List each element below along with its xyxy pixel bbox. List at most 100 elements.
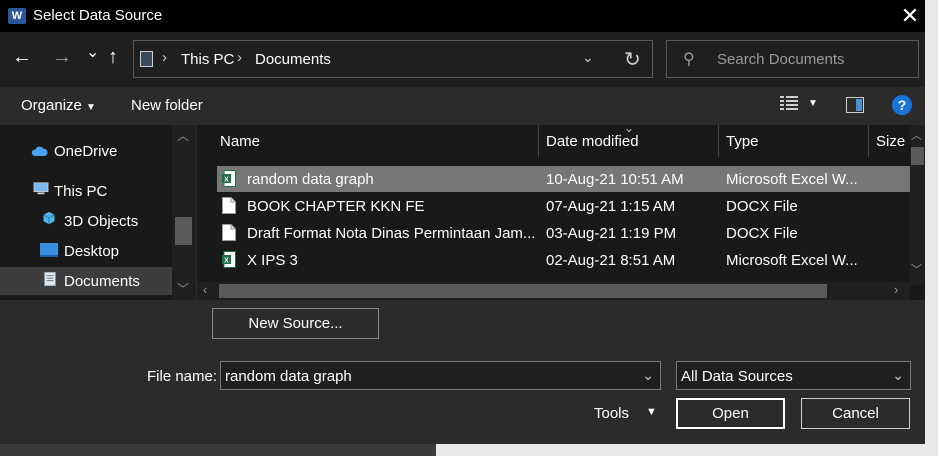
view-options-icon[interactable]: [780, 96, 798, 114]
search-input[interactable]: Search Documents: [717, 51, 845, 68]
sidebar-item-3d-objects[interactable]: 3D Objects: [0, 207, 172, 235]
background-document-edge: [925, 0, 938, 456]
sidebar-item-onedrive[interactable]: OneDrive: [0, 137, 172, 165]
column-divider[interactable]: [868, 125, 869, 157]
file-type: DOCX File: [726, 225, 798, 242]
sidebar-item-label: Desktop: [64, 243, 120, 260]
command-toolbar: Organize ▼ New folder ▼ ?: [0, 87, 925, 125]
search-box[interactable]: ⚲ Search Documents: [666, 40, 919, 78]
navigation-pane-scrollbar[interactable]: ︿ ﹀: [172, 125, 196, 300]
svg-text:X: X: [224, 177, 229, 184]
scroll-down-chevron-icon[interactable]: ﹀: [911, 261, 922, 277]
table-row[interactable]: Draft Format Nota Dinas Permintaan Jam..…: [217, 220, 910, 246]
file-name: BOOK CHAPTER KKN FE: [247, 198, 425, 215]
caret-down-icon: ▼: [86, 102, 96, 113]
preview-pane-glyph: [846, 97, 864, 113]
close-icon[interactable]: ✕: [895, 2, 925, 30]
column-header-type[interactable]: Type: [726, 133, 759, 150]
scroll-right-chevron-icon[interactable]: ›: [894, 282, 898, 297]
help-icon[interactable]: ?: [892, 95, 912, 115]
select-data-source-dialog: W Select Data Source ✕ ← → ⌄ ↑ › This PC…: [0, 0, 925, 444]
organize-menu-button[interactable]: Organize ▼: [21, 97, 96, 114]
navigation-bar: ← → ⌄ ↑ › This PC › Documents ⌄ ↻ ⚲ Sear…: [0, 32, 925, 87]
column-header-date-modified[interactable]: Date modified: [546, 133, 639, 150]
breadcrumb-this-pc[interactable]: This PC: [181, 51, 234, 68]
excel-file-icon: X: [222, 170, 236, 187]
table-row[interactable]: BOOK CHAPTER KKN FE 07-Aug-21 1:15 AM DO…: [217, 193, 910, 219]
table-row[interactable]: X X IPS 3 02-Aug-21 8:51 AM Microsoft Ex…: [217, 247, 910, 273]
view-dropdown-caret-icon[interactable]: ▼: [808, 98, 818, 109]
cube-icon: [43, 211, 55, 225]
file-type: Microsoft Excel W...: [726, 252, 858, 269]
file-name-value: random data graph: [225, 368, 352, 385]
file-list-vertical-scrollbar[interactable]: ︿ ﹀: [910, 125, 925, 285]
navigation-pane: OneDrive This PC 3D Objects Desktop Docu…: [0, 125, 196, 300]
column-header-size[interactable]: Size: [876, 133, 905, 150]
title-bar: W Select Data Source ✕: [0, 0, 925, 32]
recent-locations-chevron-icon[interactable]: ⌄: [86, 42, 99, 62]
scroll-down-chevron-icon[interactable]: ﹀: [177, 280, 189, 297]
preview-pane-icon[interactable]: [846, 97, 864, 117]
file-name: Draft Format Nota Dinas Permintaan Jam..…: [247, 225, 536, 242]
column-divider[interactable]: [538, 125, 539, 157]
new-folder-button[interactable]: New folder: [131, 97, 203, 114]
refresh-icon[interactable]: ↻: [624, 47, 641, 72]
sidebar-item-label: Documents: [64, 273, 140, 290]
breadcrumb-separator-icon: ›: [162, 49, 167, 66]
organize-label: Organize: [21, 97, 82, 114]
file-type-value: All Data Sources: [681, 368, 793, 385]
file-type: Microsoft Excel W...: [726, 171, 858, 188]
scroll-up-chevron-icon[interactable]: ︿: [177, 127, 189, 144]
file-name-label: File name:: [147, 368, 218, 385]
file-date: 03-Aug-21 1:19 PM: [546, 225, 677, 242]
file-name: random data graph: [247, 171, 374, 188]
back-arrow-icon[interactable]: ←: [12, 46, 32, 69]
up-arrow-icon[interactable]: ↑: [108, 46, 118, 69]
sidebar-item-documents[interactable]: Documents: [0, 267, 172, 295]
computer-icon: [33, 182, 49, 195]
file-list-horizontal-scrollbar[interactable]: ‹ ›: [197, 282, 910, 300]
document-file-icon: [222, 224, 236, 241]
file-date: 02-Aug-21 8:51 AM: [546, 252, 676, 269]
table-row[interactable]: X random data graph 10-Aug-21 10:51 AM M…: [217, 166, 910, 192]
column-header-name[interactable]: Name: [220, 133, 260, 150]
document-file-icon: [222, 197, 236, 214]
address-bar[interactable]: › This PC › Documents ⌄ ↻: [133, 40, 653, 78]
forward-arrow-icon[interactable]: →: [52, 46, 72, 69]
address-dropdown-chevron-icon[interactable]: ⌄: [582, 49, 594, 66]
tools-caret-down-icon[interactable]: ▼: [646, 406, 657, 418]
cancel-button[interactable]: Cancel: [801, 398, 910, 429]
documents-location-icon: [140, 51, 153, 67]
details-view-icon: [780, 96, 798, 110]
sidebar-item-label: OneDrive: [54, 143, 118, 160]
new-source-button[interactable]: New Source...: [212, 308, 379, 339]
open-button[interactable]: Open: [676, 398, 785, 429]
excel-file-icon: X: [222, 251, 236, 268]
tools-menu-button[interactable]: Tools: [594, 405, 629, 422]
file-name: X IPS 3: [247, 252, 298, 269]
search-icon: ⚲: [683, 51, 695, 68]
scrollbar-thumb[interactable]: [219, 284, 827, 298]
word-app-icon: W: [8, 8, 26, 24]
scroll-up-chevron-icon[interactable]: ︿: [911, 127, 922, 143]
file-name-dropdown-chevron-icon[interactable]: ⌄: [642, 367, 654, 384]
file-type-select[interactable]: All Data Sources ⌄: [676, 361, 911, 390]
sidebar-item-desktop[interactable]: Desktop: [0, 237, 172, 265]
scrollbar-thumb[interactable]: [911, 147, 924, 165]
sidebar-item-this-pc[interactable]: This PC: [0, 177, 172, 205]
sidebar-item-label: 3D Objects: [64, 213, 139, 230]
column-divider[interactable]: [718, 125, 719, 157]
cloud-icon: [31, 146, 48, 156]
scrollbar-thumb[interactable]: [175, 217, 192, 245]
file-name-field[interactable]: random data graph ⌄: [220, 361, 661, 390]
desktop-icon: [40, 243, 58, 257]
file-type-dropdown-chevron-icon[interactable]: ⌄: [892, 367, 904, 384]
scroll-left-chevron-icon[interactable]: ‹: [203, 282, 207, 297]
breadcrumb-separator-icon: ›: [237, 49, 242, 66]
documents-icon: [44, 272, 56, 286]
breadcrumb-documents[interactable]: Documents: [255, 51, 331, 68]
background-panel-bottom: [0, 444, 436, 456]
file-date: 07-Aug-21 1:15 AM: [546, 198, 676, 215]
file-type: DOCX File: [726, 198, 798, 215]
file-list: ⌄ Name Date modified Type Size X random …: [197, 125, 925, 300]
